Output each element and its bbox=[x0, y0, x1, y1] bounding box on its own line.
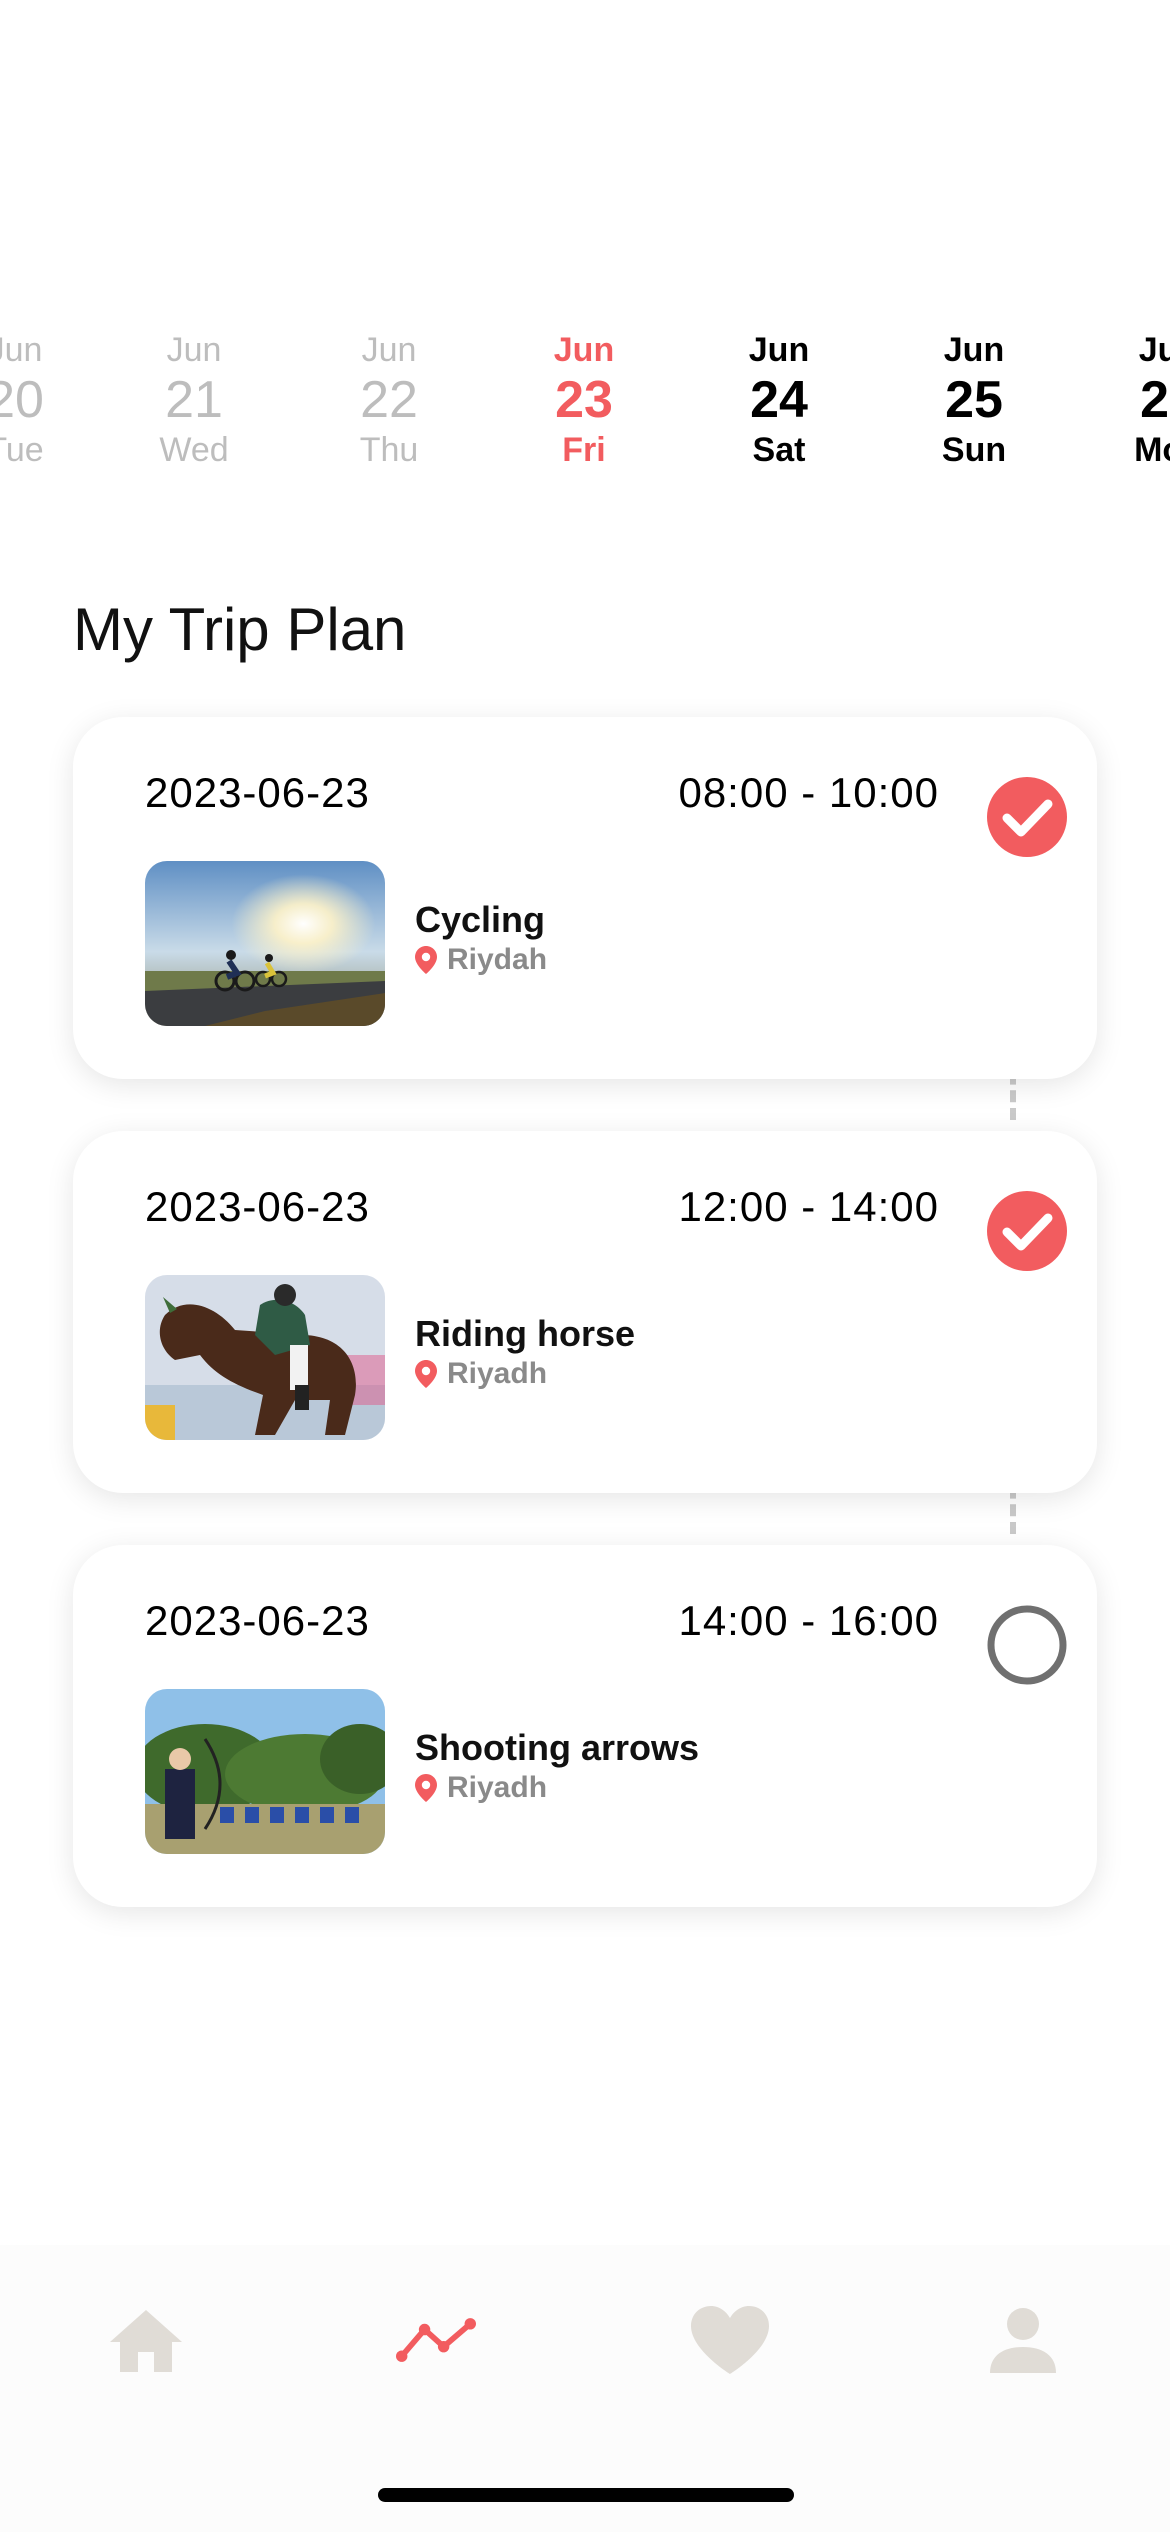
date-item-jun-22[interactable]: Jun 22 Thu bbox=[309, 330, 469, 470]
date-month: Jun bbox=[553, 331, 615, 369]
trip-card-riding-horse[interactable]: 2023-06-23 12:00 - 14:00 Riding horse Ri… bbox=[73, 1131, 1097, 1493]
trip-title: Shooting arrows bbox=[415, 1727, 700, 1768]
date-month: Jun bbox=[943, 331, 1005, 369]
trip-date: 2023-06-23 bbox=[145, 769, 370, 816]
date-day: 25 bbox=[945, 371, 1003, 429]
location-pin-icon bbox=[415, 1360, 437, 1388]
date-day: 23 bbox=[555, 371, 613, 429]
date-item-jun-21[interactable]: Jun 21 Wed bbox=[114, 330, 274, 470]
trip-location-text: Riydah bbox=[447, 943, 548, 976]
date-item-jun-25[interactable]: Jun 25 Sun bbox=[894, 330, 1054, 470]
cycling-photo bbox=[145, 861, 385, 1026]
trip-location: Riyadh bbox=[415, 1771, 547, 1805]
date-strip[interactable]: Jun 20 Tue Jun 21 Wed Jun 22 Thu Jun 23 … bbox=[0, 330, 1170, 480]
trip-location-text: Riyadh bbox=[447, 1357, 548, 1390]
trip-date: 2023-06-23 bbox=[145, 1597, 370, 1644]
tab-trend[interactable] bbox=[396, 2300, 476, 2380]
date-weekday: Thu bbox=[359, 431, 419, 469]
profile-icon bbox=[990, 2308, 1056, 2373]
date-day: 21 bbox=[165, 371, 223, 429]
trip-location: Riyadh bbox=[415, 1357, 547, 1391]
home-indicator bbox=[378, 2488, 794, 2502]
pending-circle-icon[interactable] bbox=[987, 1605, 1067, 1685]
tab-profile[interactable] bbox=[983, 2300, 1063, 2380]
date-day: 24 bbox=[750, 371, 808, 429]
archery-photo bbox=[145, 1689, 385, 1854]
trip-card-cycling[interactable]: 2023-06-23 08:00 - 10:00 Cycling Riydah bbox=[73, 717, 1097, 1079]
date-month: Jun bbox=[0, 331, 43, 369]
date-day: 22 bbox=[360, 371, 418, 429]
trip-time: 14:00 - 16:00 bbox=[678, 1597, 939, 1644]
date-day: 26 bbox=[1140, 371, 1170, 429]
page-title: My Trip Plan bbox=[73, 596, 407, 663]
date-month: Jun bbox=[361, 331, 417, 369]
date-weekday: Sun bbox=[941, 431, 1007, 469]
trip-date: 2023-06-23 bbox=[145, 1183, 370, 1230]
location-pin-icon bbox=[415, 1774, 437, 1802]
date-weekday: Tue bbox=[0, 431, 44, 469]
date-item-jun-20[interactable]: Jun 20 Tue bbox=[0, 330, 95, 470]
completed-check-icon[interactable] bbox=[987, 777, 1067, 857]
date-weekday: Wed bbox=[159, 431, 229, 469]
location-pin-icon bbox=[415, 946, 437, 974]
date-item-jun-26[interactable]: Jun 26 Mon bbox=[1089, 330, 1170, 470]
heart-icon bbox=[691, 2306, 769, 2374]
date-month: Jun bbox=[166, 331, 222, 369]
trip-time: 08:00 - 10:00 bbox=[678, 769, 939, 816]
date-weekday: Fri bbox=[562, 431, 606, 469]
date-item-jun-23-selected[interactable]: Jun 23 Fri bbox=[504, 330, 664, 470]
trip-time: 12:00 - 14:00 bbox=[678, 1183, 939, 1230]
trip-location-text: Riyadh bbox=[447, 1771, 548, 1804]
trip-title: Riding horse bbox=[415, 1313, 636, 1354]
tab-favorites[interactable] bbox=[690, 2300, 770, 2380]
date-weekday: Sat bbox=[752, 431, 806, 469]
horse-riding-photo bbox=[145, 1275, 385, 1440]
completed-check-icon[interactable] bbox=[987, 1191, 1067, 1271]
date-day: 20 bbox=[0, 371, 44, 429]
trip-location: Riydah bbox=[415, 943, 547, 977]
trip-card-shooting-arrows[interactable]: 2023-06-23 14:00 - 16:00 Shooting arrows bbox=[73, 1545, 1097, 1907]
date-weekday: Mon bbox=[1134, 431, 1170, 469]
trend-icon bbox=[396, 2318, 476, 2362]
date-month: Jun bbox=[748, 331, 810, 369]
tab-home[interactable] bbox=[106, 2300, 186, 2380]
date-month: Jun bbox=[1138, 331, 1170, 369]
date-item-jun-24[interactable]: Jun 24 Sat bbox=[699, 330, 859, 470]
home-icon bbox=[110, 2310, 182, 2372]
trip-title: Cycling bbox=[415, 899, 546, 940]
